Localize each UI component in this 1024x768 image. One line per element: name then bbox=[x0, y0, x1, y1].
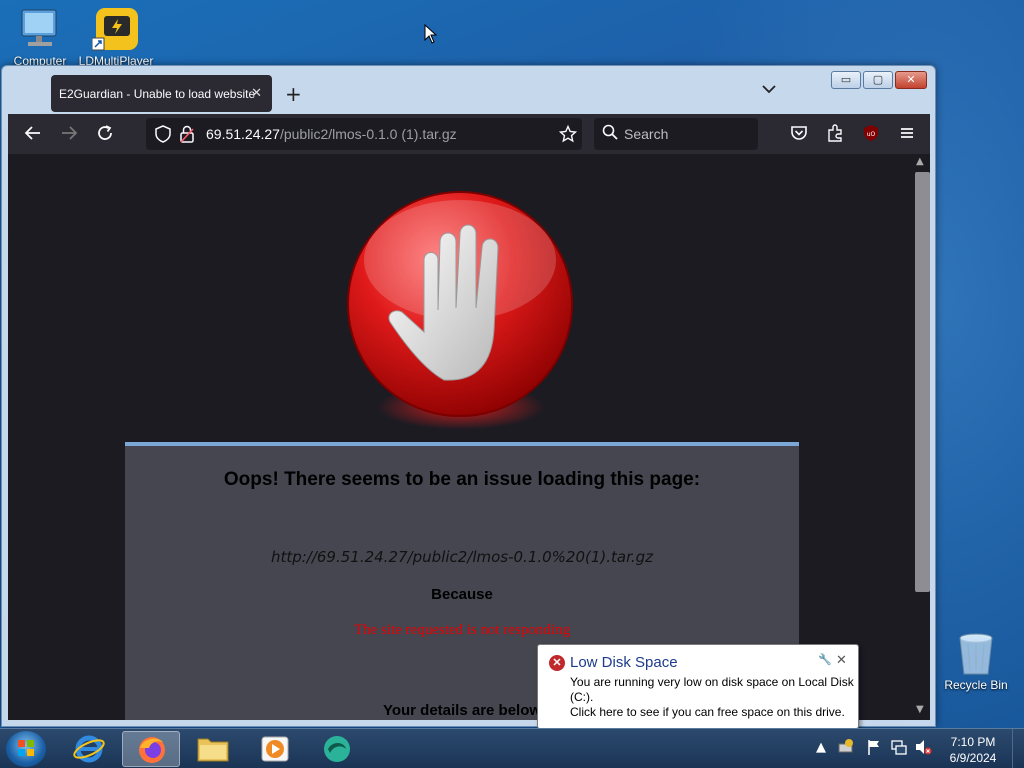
folder-icon bbox=[197, 738, 229, 762]
svg-text:uO: uO bbox=[867, 131, 876, 138]
wrench-icon[interactable]: 🔧 bbox=[818, 653, 832, 666]
low-disk-space-notification[interactable]: ✕ Low Disk Space 🔧 ✕ You are running ver… bbox=[537, 644, 859, 741]
show-desktop-button[interactable] bbox=[1012, 729, 1024, 768]
extensions-icon[interactable] bbox=[826, 124, 844, 147]
taskbar-media-player[interactable] bbox=[246, 731, 304, 767]
taskbar-firefox[interactable] bbox=[122, 731, 180, 767]
network-icon[interactable] bbox=[890, 738, 908, 760]
search-placeholder: Search bbox=[624, 126, 669, 142]
pocket-icon[interactable] bbox=[790, 124, 808, 147]
scrollbar-thumb[interactable] bbox=[915, 172, 930, 592]
back-icon[interactable] bbox=[24, 124, 42, 147]
search-input[interactable]: Search bbox=[594, 118, 758, 150]
internet-explorer-icon bbox=[73, 735, 105, 763]
mouse-cursor-icon bbox=[424, 24, 438, 44]
clock-time: 7:10 PM bbox=[950, 735, 996, 749]
windows-logo-icon bbox=[18, 740, 34, 756]
desktop-icon-ldmultiplayer[interactable]: LDMultiPlayer bbox=[76, 6, 156, 68]
start-button[interactable] bbox=[6, 731, 46, 767]
close-icon[interactable]: ✕ bbox=[836, 652, 847, 668]
error-heading: Oops! There seems to be an issue loading… bbox=[223, 469, 701, 490]
shield-icon[interactable] bbox=[155, 125, 171, 147]
search-icon bbox=[602, 124, 618, 144]
reload-icon[interactable] bbox=[96, 124, 114, 147]
ldplayer-icon bbox=[91, 6, 140, 54]
url-bar[interactable]: 69.51.24.27/public2/lmos-0.1.0 (1).tar.g… bbox=[146, 118, 582, 150]
recycle-bin-icon bbox=[952, 630, 1000, 678]
media-player-icon bbox=[261, 736, 289, 762]
taskbar-file-explorer[interactable] bbox=[184, 731, 242, 767]
computer-icon bbox=[16, 6, 64, 54]
show-hidden-icons[interactable]: ▲ bbox=[816, 740, 826, 755]
scroll-down-icon[interactable]: ▼ bbox=[916, 704, 924, 715]
scroll-up-icon[interactable]: ▲ bbox=[916, 156, 924, 167]
chevron-down-icon bbox=[762, 85, 776, 94]
taskbar-internet-explorer[interactable] bbox=[60, 731, 118, 767]
bookmark-star-icon[interactable] bbox=[558, 124, 578, 147]
error-reason: The site requested is not responding bbox=[353, 622, 571, 638]
desktop-icon-label: Recycle Bin bbox=[944, 678, 1008, 692]
menu-icon[interactable] bbox=[898, 124, 916, 147]
taskbar-app[interactable] bbox=[308, 731, 366, 767]
notification-title: Low Disk Space bbox=[570, 654, 678, 671]
list-all-tabs-button[interactable] bbox=[762, 82, 776, 98]
new-tab-button[interactable]: + bbox=[285, 82, 302, 106]
desktop-icon-computer[interactable]: Computer bbox=[0, 6, 80, 68]
clock-date: 6/9/2024 bbox=[949, 751, 997, 765]
error-icon: ✕ bbox=[549, 655, 565, 671]
firefox-icon bbox=[139, 737, 165, 763]
url-path: /public2/lmos-0.1.0 (1).tar.gz bbox=[279, 126, 457, 142]
url-host: 69.51.24.27 bbox=[206, 126, 280, 142]
forward-icon[interactable] bbox=[60, 124, 78, 147]
system-clock[interactable]: 7:10 PM 6/9/2024 bbox=[940, 734, 1006, 766]
tab-title: E2Guardian - Unable to load website bbox=[59, 87, 256, 101]
page-scrollbar[interactable]: ▲ ▼ bbox=[912, 154, 930, 720]
action-center-flag-icon[interactable] bbox=[866, 738, 882, 760]
browser-window: ▭ ▢ ✕ E2Guardian - Unable to load websit… bbox=[1, 65, 936, 727]
disk-warning-tray-icon[interactable] bbox=[838, 738, 854, 758]
taskbar: ▲ 7:10 PM 6/9/2024 bbox=[0, 728, 1024, 768]
volume-muted-icon[interactable] bbox=[914, 738, 932, 760]
url-text[interactable]: 69.51.24.27/public2/lmos-0.1.0 (1).tar.g… bbox=[206, 126, 457, 142]
tab-close-icon[interactable]: ✕ bbox=[251, 85, 262, 101]
lock-insecure-icon[interactable] bbox=[180, 125, 194, 147]
tab-e2guardian[interactable]: E2Guardian - Unable to load website ✕ bbox=[51, 75, 272, 112]
stop-hand-icon bbox=[346, 190, 574, 418]
because-label: Because bbox=[431, 586, 493, 603]
navigation-toolbar: 69.51.24.27/public2/lmos-0.1.0 (1).tar.g… bbox=[8, 114, 930, 154]
page-content: Oops! There seems to be an issue loading… bbox=[8, 154, 930, 720]
ublock-icon[interactable]: uO bbox=[862, 124, 880, 147]
app-icon bbox=[324, 736, 350, 762]
notification-message: You are running very low on disk space o… bbox=[570, 675, 854, 719]
blocked-url: http://69.51.24.27/public2/lmos-0.1.0%20… bbox=[270, 548, 654, 566]
tab-bar: E2Guardian - Unable to load website ✕ + bbox=[8, 70, 930, 116]
desktop-icon-recycle-bin[interactable]: Recycle Bin bbox=[936, 630, 1016, 692]
